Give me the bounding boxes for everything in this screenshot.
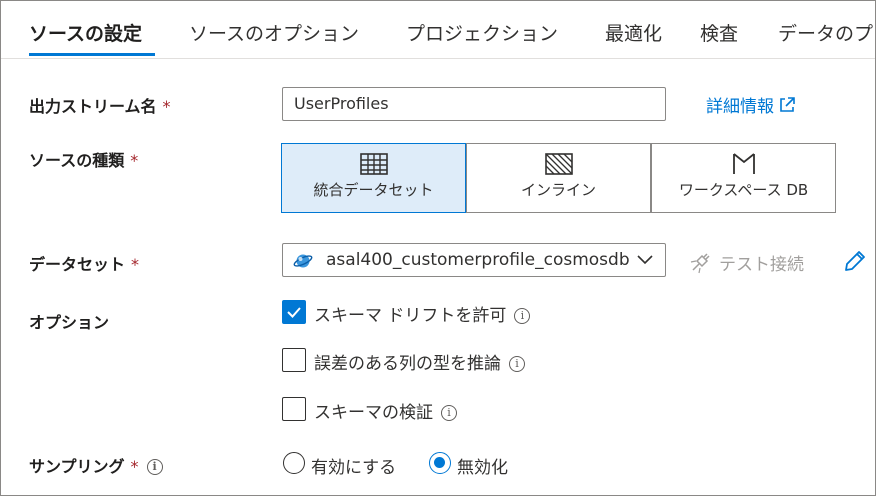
validate-schema-label: スキーマの検証 i bbox=[314, 398, 457, 423]
info-icon[interactable]: i bbox=[441, 405, 457, 421]
dataset-label: データセット * bbox=[29, 251, 139, 275]
workspace-db-icon bbox=[732, 153, 755, 174]
validate-schema-text: スキーマの検証 bbox=[314, 403, 433, 423]
sampling-enable-label[interactable]: 有効にする bbox=[311, 453, 396, 478]
required-mark: * bbox=[130, 457, 139, 476]
tab-optimize[interactable]: 最適化 bbox=[605, 19, 662, 46]
infer-drifted-column-types-label: 誤差のある列の型を推論 i bbox=[314, 349, 525, 374]
allow-schema-drift-checkbox[interactable] bbox=[282, 300, 306, 324]
required-mark: * bbox=[130, 151, 139, 170]
tab-data-preview[interactable]: データのプ bbox=[778, 19, 873, 46]
allow-schema-drift-text: スキーマ ドリフトを許可 bbox=[314, 306, 507, 326]
output-stream-name-label-text: 出力ストリーム名 bbox=[29, 97, 157, 116]
info-icon[interactable]: i bbox=[509, 356, 525, 372]
tab-projection[interactable]: プロジェクション bbox=[406, 19, 558, 46]
required-mark: * bbox=[131, 255, 140, 274]
output-stream-name-label: 出力ストリーム名 * bbox=[29, 93, 171, 117]
learn-more-link[interactable]: 詳細情報 bbox=[706, 92, 796, 117]
allow-schema-drift-label: スキーマ ドリフトを許可 i bbox=[314, 301, 531, 326]
dataset-label-text: データセット bbox=[29, 255, 126, 274]
source-type-integration-dataset[interactable]: 統合データセット bbox=[281, 143, 466, 213]
infer-drifted-column-types-checkbox[interactable] bbox=[282, 348, 306, 372]
source-type-workspace-db-label: ワークスペース DB bbox=[678, 181, 809, 199]
source-type-label: ソースの種類 * bbox=[29, 147, 138, 171]
tab-source-settings[interactable]: ソースの設定 bbox=[29, 19, 142, 46]
external-link-icon bbox=[780, 97, 795, 112]
required-mark: * bbox=[162, 97, 171, 116]
validate-schema-checkbox[interactable] bbox=[282, 397, 306, 421]
chevron-down-icon bbox=[637, 255, 653, 265]
tab-inspect[interactable]: 検査 bbox=[700, 19, 738, 46]
learn-more-text: 詳細情報 bbox=[706, 97, 774, 117]
sampling-disable-radio[interactable] bbox=[429, 452, 451, 474]
output-stream-name-input[interactable]: UserProfiles bbox=[282, 87, 666, 121]
info-icon[interactable]: i bbox=[514, 308, 531, 324]
source-type-label-text: ソースの種類 bbox=[29, 151, 125, 170]
pencil-icon[interactable] bbox=[843, 249, 867, 273]
options-label: オプション bbox=[29, 313, 110, 332]
sampling-enable-radio[interactable] bbox=[283, 452, 305, 474]
active-tab-indicator bbox=[29, 53, 155, 56]
source-type-integration-dataset-label: 統合データセット bbox=[313, 181, 434, 199]
infer-drifted-column-types-text: 誤差のある列の型を推論 bbox=[314, 354, 501, 374]
source-settings-panel: ソースの設定 ソースのオプション プロジェクション 最適化 検査 データのプ 出… bbox=[0, 0, 876, 496]
sampling-label-text: サンプリング bbox=[29, 457, 125, 476]
source-type-workspace-db[interactable]: ワークスペース DB bbox=[651, 143, 836, 213]
plug-disconnected-icon bbox=[690, 253, 710, 274]
sampling-label: サンプリング * i bbox=[29, 453, 163, 477]
source-type-inline[interactable]: インライン bbox=[466, 143, 651, 213]
cosmosdb-icon bbox=[293, 254, 313, 268]
info-icon[interactable]: i bbox=[146, 459, 163, 475]
sampling-disable-label[interactable]: 無効化 bbox=[457, 453, 508, 478]
table-grid-icon bbox=[359, 153, 388, 175]
dataset-selected-value: asal400_customerprofile_cosmosdb bbox=[326, 250, 630, 270]
source-type-inline-label: インライン bbox=[520, 181, 596, 199]
checkmark-icon bbox=[287, 307, 301, 318]
dataset-dropdown[interactable]: asal400_customerprofile_cosmosdb bbox=[282, 243, 666, 277]
tab-source-options[interactable]: ソースのオプション bbox=[189, 19, 359, 46]
inline-hatch-icon bbox=[544, 153, 573, 175]
test-connection-button[interactable]: テスト接続 bbox=[689, 250, 804, 275]
test-connection-label: テスト接続 bbox=[719, 255, 804, 275]
tab-bar: ソースの設定 ソースのオプション プロジェクション 最適化 検査 データのプ bbox=[1, 1, 875, 59]
